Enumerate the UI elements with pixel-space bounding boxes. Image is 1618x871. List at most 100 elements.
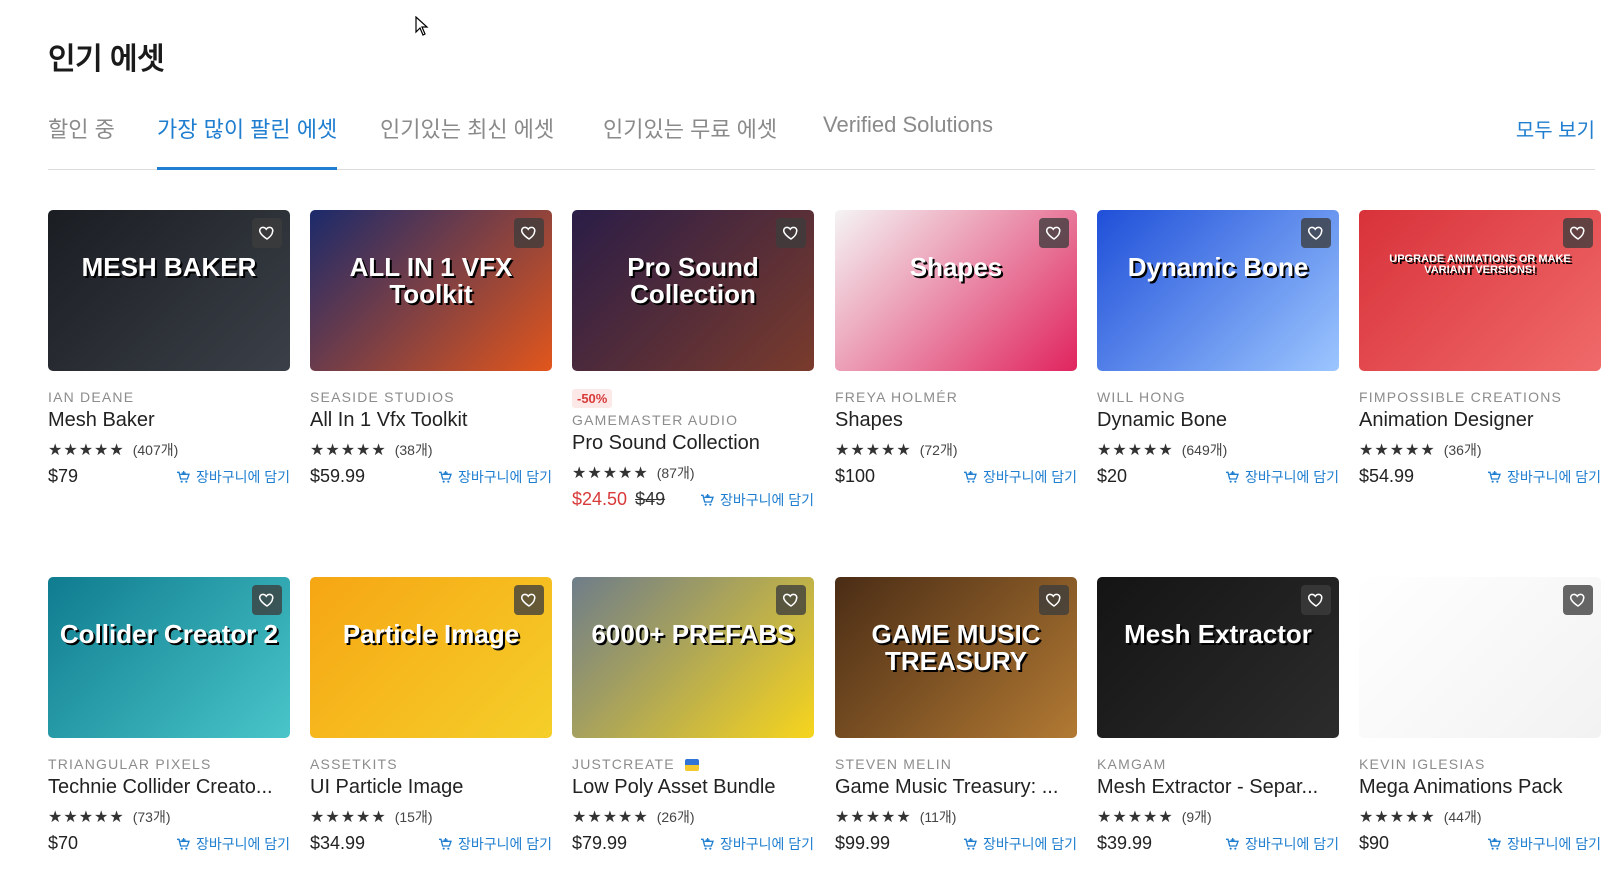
original-price: $49 <box>635 489 666 509</box>
price: $99.99 <box>835 833 891 853</box>
rating: ★★★★★ (36개) <box>1359 437 1601 463</box>
favorite-heart-icon[interactable] <box>252 585 282 615</box>
asset-card[interactable]: Shapes FREYA HOLMÉR Shapes ★★★★★ (72개) $100 장바… <box>835 210 1077 490</box>
publisher-name[interactable]: FIMPOSSIBLE CREATIONS <box>1359 389 1601 409</box>
asset-card[interactable]: ALL IN 1 VFX Toolkit SEASIDE STUDIOS All I… <box>310 210 552 490</box>
add-to-cart-button[interactable]: 장바구니에 담기 <box>1224 834 1339 854</box>
asset-card[interactable]: KEVIN IGLESIAS Mega Animations Pack ★★★★★ (… <box>1359 577 1601 857</box>
asset-title[interactable]: Mega Animations Pack <box>1359 776 1601 804</box>
star-rating-icon: ★★★★★ <box>835 809 912 826</box>
asset-thumbnail[interactable]: Dynamic Bone <box>1097 210 1339 371</box>
publisher-name[interactable]: ASSETKITS <box>310 756 552 776</box>
asset-title[interactable]: Mesh Baker <box>48 409 290 437</box>
publisher-name[interactable]: FREYA HOLMÉR <box>835 389 1077 409</box>
favorite-heart-icon[interactable] <box>514 585 544 615</box>
add-to-cart-button[interactable]: 장바구니에 담기 <box>1486 467 1601 487</box>
favorite-heart-icon[interactable] <box>252 218 282 248</box>
tab-popular-free[interactable]: 인기있는 무료 에셋 <box>603 112 777 169</box>
asset-thumbnail[interactable]: 6000+ PREFABS <box>572 577 814 738</box>
favorite-heart-icon[interactable] <box>776 585 806 615</box>
favorite-heart-icon[interactable] <box>1563 585 1593 615</box>
asset-title[interactable]: Game Music Treasury: ... <box>835 776 1077 804</box>
rating: ★★★★★ (11개) <box>835 804 1077 830</box>
asset-thumbnail[interactable]: GAME MUSIC TREASURY <box>835 577 1077 738</box>
asset-title[interactable]: Low Poly Asset Bundle <box>572 776 814 804</box>
publisher-name[interactable]: TRIANGULAR PIXELS <box>48 756 290 776</box>
add-to-cart-button[interactable]: 장바구니에 담기 <box>962 834 1077 854</box>
asset-card[interactable]: Particle Image ASSETKITS UI Particle Image… <box>310 577 552 857</box>
rating: ★★★★★ (44개) <box>1359 804 1601 830</box>
asset-card[interactable]: Pro Sound Collection -50% GAMEMASTER AUDIO… <box>572 210 814 513</box>
add-to-cart-label: 장바구니에 담기 <box>1244 468 1339 485</box>
asset-title[interactable]: UI Particle Image <box>310 776 552 804</box>
thumbnail-caption: GAME MUSIC TREASURY <box>871 619 1041 676</box>
discount-badge: -50% <box>572 389 613 408</box>
asset-thumbnail[interactable]: Pro Sound Collection <box>572 210 814 371</box>
asset-card[interactable]: Collider Creator 2 TRIANGULAR PIXELS Techn… <box>48 577 290 857</box>
publisher-name[interactable]: STEVEN MELIN <box>835 756 1077 776</box>
asset-title[interactable]: Technie Collider Creato... <box>48 776 290 804</box>
cart-icon <box>175 469 191 485</box>
publisher-name[interactable]: KAMGAM <box>1097 756 1339 776</box>
tab-on-sale[interactable]: 할인 중 <box>48 112 115 169</box>
star-rating-icon: ★★★★★ <box>1359 809 1436 826</box>
rating: ★★★★★ (38개) <box>310 437 552 463</box>
price: $100 <box>835 466 876 486</box>
asset-thumbnail[interactable]: Shapes <box>835 210 1077 371</box>
star-rating-icon: ★★★★★ <box>572 465 649 482</box>
asset-title[interactable]: Dynamic Bone <box>1097 409 1339 437</box>
asset-thumbnail[interactable]: MESH BAKER <box>48 210 290 371</box>
asset-card[interactable]: MESH BAKER IAN DEANE Mesh Baker ★★★★★ (407개)… <box>48 210 290 490</box>
asset-title[interactable]: Shapes <box>835 409 1077 437</box>
asset-thumbnail[interactable]: Particle Image <box>310 577 552 738</box>
tab-best-selling[interactable]: 가장 많이 팔린 에셋 <box>157 112 338 170</box>
thumbnail-caption: Collider Creator 2 <box>59 619 279 649</box>
asset-card[interactable]: Mesh Extractor KAMGAM Mesh Extractor - Sep… <box>1097 577 1339 857</box>
add-to-cart-button[interactable]: 장바구니에 담기 <box>962 467 1077 487</box>
asset-thumbnail[interactable]: Mesh Extractor <box>1097 577 1339 738</box>
cart-icon <box>962 469 978 485</box>
view-all-link[interactable]: 모두 보기 <box>1516 114 1595 143</box>
favorite-heart-icon[interactable] <box>1563 218 1593 248</box>
add-to-cart-button[interactable]: 장바구니에 담기 <box>699 834 814 854</box>
asset-thumbnail[interactable]: Collider Creator 2 <box>48 577 290 738</box>
favorite-heart-icon[interactable] <box>776 218 806 248</box>
review-count: (11개) <box>919 809 957 825</box>
favorite-heart-icon[interactable] <box>1301 218 1331 248</box>
add-to-cart-button[interactable]: 장바구니에 담기 <box>175 834 290 854</box>
asset-title[interactable]: Mesh Extractor - Separ... <box>1097 776 1339 804</box>
tab-popular-new[interactable]: 인기있는 최신 에셋 <box>380 112 554 169</box>
asset-card[interactable]: UPGRADE ANIMATIONS OR MAKE VARIANT VERSI… <box>1359 210 1601 490</box>
asset-card[interactable]: Dynamic Bone WILL HONG Dynamic Bone ★★★★★ (6… <box>1097 210 1339 490</box>
favorite-heart-icon[interactable] <box>1039 585 1069 615</box>
add-to-cart-button[interactable]: 장바구니에 담기 <box>1224 467 1339 487</box>
review-count: (72개) <box>919 442 958 458</box>
publisher-name[interactable]: SEASIDE STUDIOS <box>310 389 552 409</box>
favorite-heart-icon[interactable] <box>514 218 544 248</box>
publisher-name[interactable]: GAMEMASTER AUDIO <box>572 412 814 432</box>
publisher-name[interactable]: KEVIN IGLESIAS <box>1359 756 1601 776</box>
add-to-cart-label: 장바구니에 담기 <box>1506 835 1601 852</box>
tab-verified-solutions[interactable]: Verified Solutions <box>823 112 993 169</box>
asset-thumbnail[interactable]: UPGRADE ANIMATIONS OR MAKE VARIANT VERSI… <box>1359 210 1601 371</box>
asset-card[interactable]: GAME MUSIC TREASURY STEVEN MELIN Game Musi… <box>835 577 1077 857</box>
asset-thumbnail[interactable]: ALL IN 1 VFX Toolkit <box>310 210 552 371</box>
add-to-cart-button[interactable]: 장바구니에 담기 <box>437 467 552 487</box>
asset-title[interactable]: Animation Designer <box>1359 409 1601 437</box>
add-to-cart-button[interactable]: 장바구니에 담기 <box>699 490 814 510</box>
asset-card[interactable]: 6000+ PREFABS JUSTCREATE Low Poly Asset Bu… <box>572 577 814 857</box>
add-to-cart-button[interactable]: 장바구니에 담기 <box>437 834 552 854</box>
asset-title[interactable]: Pro Sound Collection <box>572 432 814 460</box>
asset-title[interactable]: All In 1 Vfx Toolkit <box>310 409 552 437</box>
publisher-name[interactable]: WILL HONG <box>1097 389 1339 409</box>
favorite-heart-icon[interactable] <box>1039 218 1069 248</box>
review-count: (44개) <box>1443 809 1482 825</box>
asset-thumbnail[interactable] <box>1359 577 1601 738</box>
add-to-cart-button[interactable]: 장바구니에 담기 <box>175 467 290 487</box>
category-tabs: 할인 중 가장 많이 팔린 에셋 인기있는 최신 에셋 인기있는 무료 에셋 V… <box>48 100 1595 170</box>
price: $90 <box>1359 833 1390 853</box>
publisher-name[interactable]: JUSTCREATE <box>572 756 814 776</box>
publisher-name[interactable]: IAN DEANE <box>48 389 290 409</box>
favorite-heart-icon[interactable] <box>1301 585 1331 615</box>
add-to-cart-button[interactable]: 장바구니에 담기 <box>1486 834 1601 854</box>
